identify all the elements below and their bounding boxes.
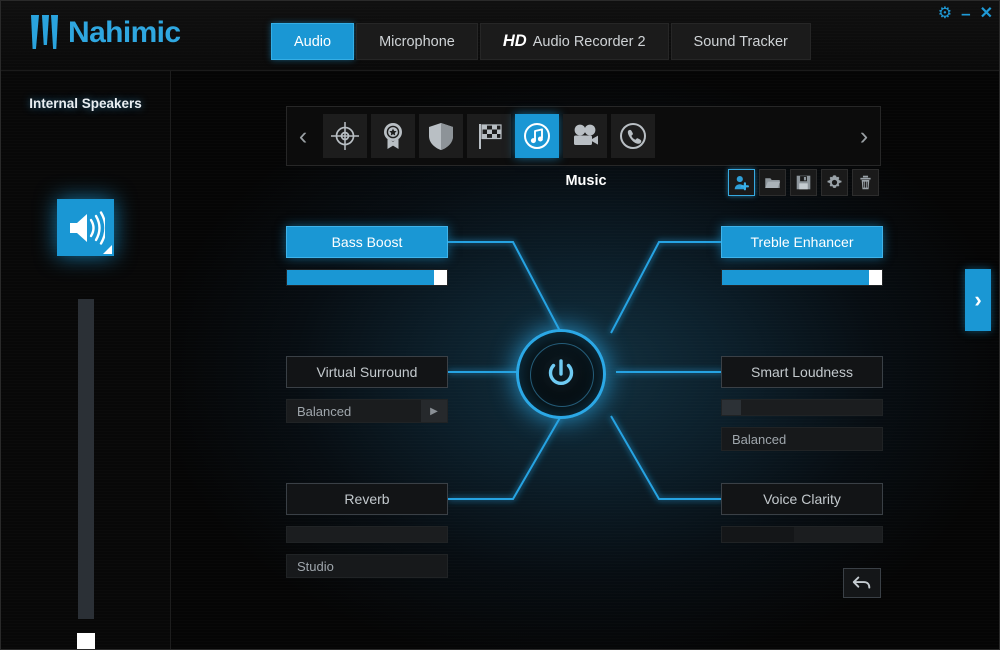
settings-gear-icon[interactable]: ⚙ [938,5,952,22]
module-voice-clarity: Voice Clarity [721,483,883,543]
power-toggle[interactable] [516,329,606,419]
tab-microphone-label: Microphone [379,33,455,50]
module-smart-loudness: Smart Loudness Balanced [721,356,883,451]
audio-main-panel: ‹ › Music Bass Boost Virtual Surround Ba… [171,71,999,649]
app-logo: Nahimic [31,15,181,51]
bass-boost-button[interactable]: Bass Boost [286,226,448,258]
tab-audio-recorder-label: Audio Recorder 2 [532,33,646,50]
bass-boost-slider-knob[interactable] [433,270,447,285]
voice-clarity-button[interactable]: Voice Clarity [721,483,883,515]
virtual-surround-preset-value: Balanced [297,403,352,419]
save-icon[interactable] [790,169,817,196]
virtual-surround-preset-select[interactable]: Balanced ▶ [286,399,448,423]
crosshair-icon [331,122,359,150]
minimize-icon[interactable]: – [961,5,970,22]
nahimic-window: Nahimic Audio Microphone HD Audio Record… [0,0,1000,650]
speaker-glyph [69,210,105,245]
treble-enhancer-button[interactable]: Treble Enhancer [721,226,883,258]
title-bar: Nahimic Audio Microphone HD Audio Record… [1,1,999,71]
smart-loudness-preset-select[interactable]: Balanced [721,427,883,451]
tab-audio-recorder[interactable]: HD Audio Recorder 2 [479,23,669,60]
expand-corner-icon [103,245,112,254]
preset-music[interactable] [515,114,559,158]
module-reverb: Reverb Studio [286,483,448,578]
preset-movie[interactable] [563,114,607,158]
bass-boost-slider[interactable] [286,269,448,286]
tab-sound-tracker[interactable]: Sound Tracker [670,23,811,60]
voice-clarity-slider[interactable] [721,526,883,543]
tab-audio-label: Audio [294,33,332,50]
add-profile-glyph [734,176,749,191]
preset-prev-button[interactable]: ‹ [287,107,319,165]
settings-gear-icon[interactable] [821,169,848,196]
preset-shield[interactable] [419,114,463,158]
smart-loudness-slider[interactable] [721,399,883,416]
reverb-button[interactable]: Reverb [286,483,448,515]
preset-list [319,114,655,158]
preset-phone[interactable] [611,114,655,158]
reverb-preset-select[interactable]: Studio [286,554,448,578]
preset-racing-flag[interactable] [467,114,511,158]
preset-next-button[interactable]: › [848,107,880,165]
trash-glyph [860,175,871,190]
reverb-slider[interactable] [286,526,448,543]
gear-glyph [827,175,842,188]
tab-audio[interactable]: Audio [271,23,355,60]
volume-slider-track[interactable] [78,299,94,619]
app-title: Nahimic [68,16,181,49]
main-tabs: Audio Microphone HD Audio Recorder 2 Sou… [271,23,811,60]
hd-badge: HD [502,32,527,50]
module-bass-boost: Bass Boost [286,226,448,286]
medal-icon [384,123,402,149]
tab-microphone[interactable]: Microphone [356,23,478,60]
movie-camera-icon [574,124,598,145]
music-note-icon [524,123,550,149]
virtual-surround-button[interactable]: Virtual Surround [286,356,448,388]
window-controls: ⚙ – ✕ [938,5,993,22]
treble-enhancer-slider-knob[interactable] [868,270,882,285]
open-folder-icon[interactable] [759,169,786,196]
undo-icon [852,576,871,589]
reset-button[interactable] [843,568,881,598]
profile-toolbar [728,169,879,196]
reverb-preset-value: Studio [297,558,334,574]
power-icon [548,359,574,385]
delete-trash-icon[interactable] [852,169,879,196]
shield-icon [429,123,453,150]
racing-flag-icon [479,124,502,149]
treble-enhancer-slider[interactable] [721,269,883,286]
tab-sound-tracker-label: Sound Tracker [693,33,788,50]
play-arrow-icon[interactable]: ▶ [421,400,447,422]
module-virtual-surround: Virtual Surround Balanced ▶ [286,356,448,423]
device-name-label: Internal Speakers [29,96,142,111]
folder-glyph [765,178,781,189]
preset-medal[interactable] [371,114,415,158]
smart-loudness-button[interactable]: Smart Loudness [721,356,883,388]
volume-slider-thumb[interactable] [77,633,95,649]
add-profile-icon[interactable] [728,169,755,196]
phone-icon [620,123,646,149]
close-icon[interactable]: ✕ [980,5,993,22]
smart-loudness-preset-value: Balanced [732,431,787,447]
preset-carousel: ‹ › [286,106,881,166]
floppy-glyph [796,175,811,190]
preset-crosshair[interactable] [323,114,367,158]
device-sidebar: Internal Speakers [1,71,171,649]
module-treble-enhancer: Treble Enhancer [721,226,883,286]
speaker-icon[interactable] [57,199,114,256]
expand-panel-button[interactable]: › [965,269,991,331]
nahimic-logo-mark [31,15,59,51]
